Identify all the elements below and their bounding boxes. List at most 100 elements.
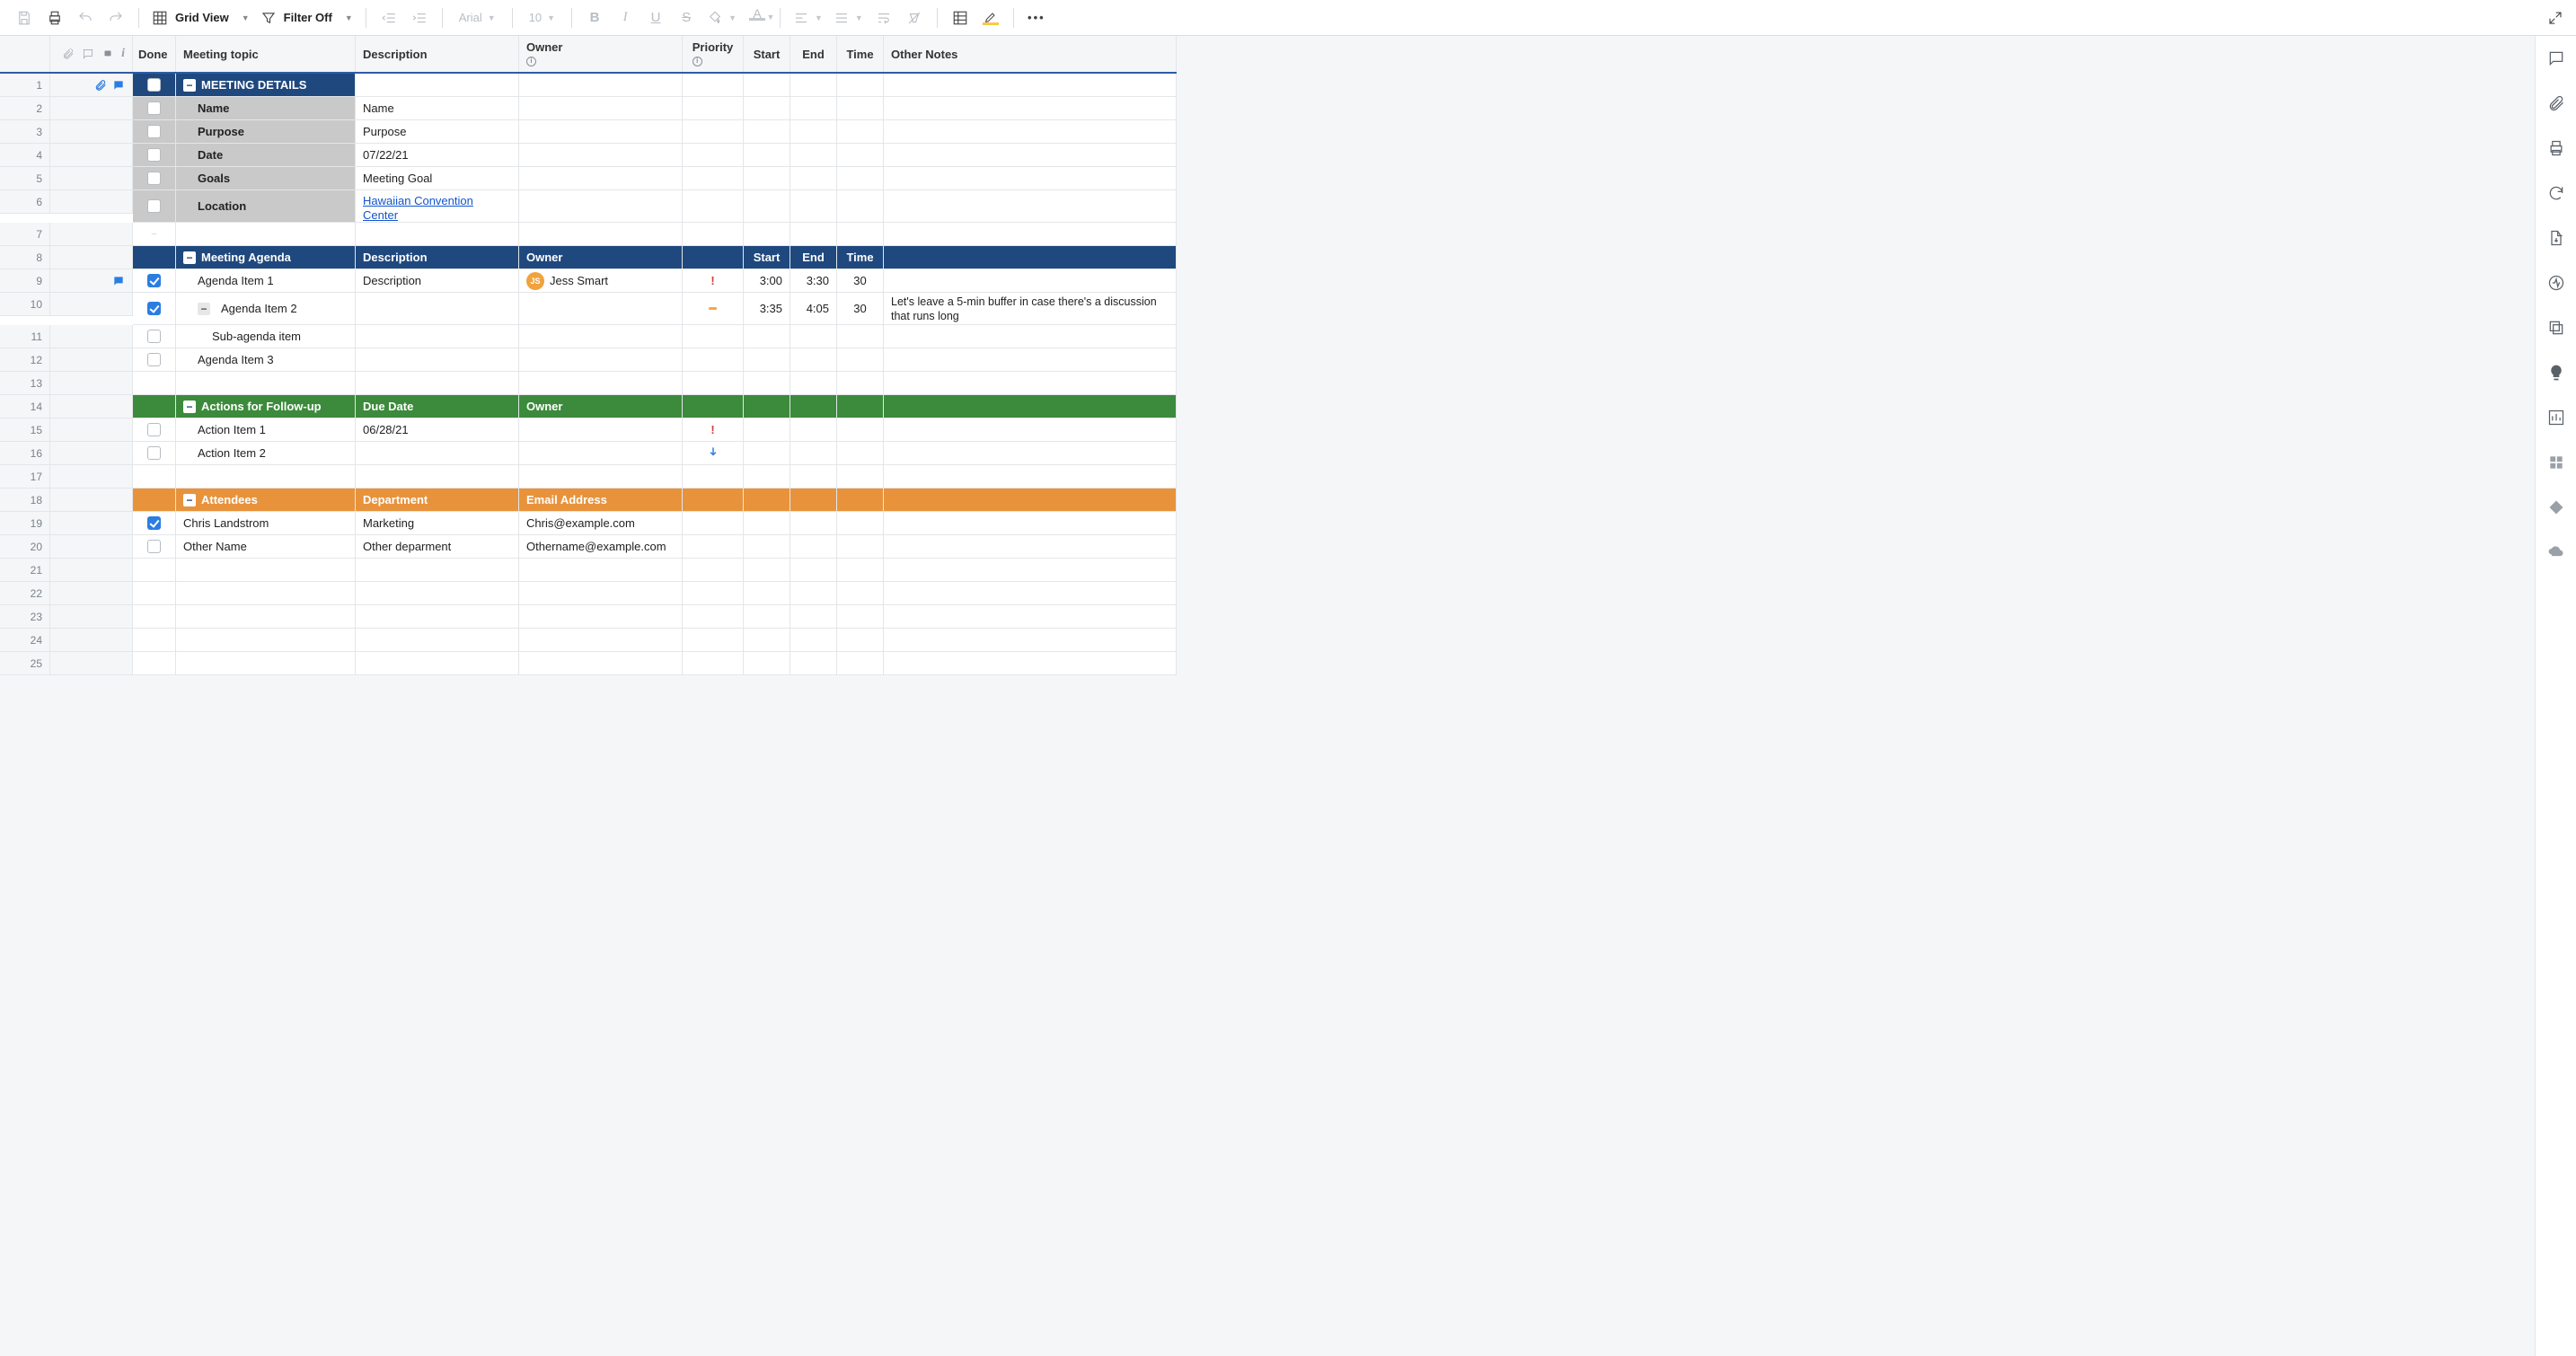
- checkbox[interactable]: [147, 274, 161, 287]
- cell[interactable]: [683, 489, 744, 512]
- cell[interactable]: [790, 535, 837, 559]
- cell[interactable]: [133, 652, 176, 675]
- cell[interactable]: Department: [356, 489, 519, 512]
- cell[interactable]: [133, 535, 176, 559]
- cell[interactable]: [683, 223, 744, 246]
- row-number[interactable]: 18: [0, 489, 50, 512]
- cell[interactable]: [884, 167, 1177, 190]
- cell[interactable]: Owner: [519, 246, 683, 269]
- cell[interactable]: [133, 605, 176, 629]
- cell[interactable]: [519, 442, 683, 465]
- checkbox[interactable]: [147, 516, 161, 530]
- cell[interactable]: [884, 465, 1177, 489]
- cell[interactable]: [790, 465, 837, 489]
- cell[interactable]: [683, 144, 744, 167]
- cell[interactable]: [683, 97, 744, 120]
- collapse-toolbar-icon[interactable]: [2542, 4, 2569, 31]
- cell[interactable]: Description: [356, 269, 519, 293]
- cell[interactable]: [133, 489, 176, 512]
- highlight-icon[interactable]: [977, 4, 1004, 31]
- cell[interactable]: Sub-agenda item: [176, 325, 356, 348]
- cell[interactable]: [133, 418, 176, 442]
- cell[interactable]: Agenda Item 3: [176, 348, 356, 372]
- cell[interactable]: [133, 372, 176, 395]
- cell[interactable]: [519, 144, 683, 167]
- cell[interactable]: [519, 559, 683, 582]
- cell[interactable]: [884, 489, 1177, 512]
- cell[interactable]: [884, 605, 1177, 629]
- cell[interactable]: [837, 489, 884, 512]
- cell[interactable]: [683, 442, 744, 465]
- row-number[interactable]: 20: [0, 535, 50, 559]
- cell[interactable]: [683, 372, 744, 395]
- cell[interactable]: Hawaiian Convention Center: [356, 190, 519, 223]
- checkbox[interactable]: [147, 172, 161, 185]
- align-v-icon[interactable]: ▼: [830, 4, 867, 31]
- cell[interactable]: [837, 348, 884, 372]
- cell[interactable]: [356, 582, 519, 605]
- row-number[interactable]: 6: [0, 190, 50, 214]
- cloud-icon[interactable]: [2546, 542, 2566, 562]
- cell[interactable]: [519, 293, 683, 325]
- cell[interactable]: [837, 190, 884, 223]
- cell[interactable]: [133, 269, 176, 293]
- cell[interactable]: [356, 74, 519, 97]
- cell[interactable]: [683, 465, 744, 489]
- collapse-icon[interactable]: −: [183, 79, 196, 92]
- row-number[interactable]: 14: [0, 395, 50, 418]
- cell[interactable]: Goals: [176, 167, 356, 190]
- row-number[interactable]: 19: [0, 512, 50, 535]
- row-number[interactable]: 13: [0, 372, 50, 395]
- row-number[interactable]: 15: [0, 418, 50, 442]
- collapse-icon[interactable]: −: [183, 401, 196, 413]
- cell[interactable]: Other deparment: [356, 535, 519, 559]
- cell[interactable]: −Meeting Agenda: [176, 246, 356, 269]
- cell[interactable]: Other Name: [176, 535, 356, 559]
- checkbox[interactable]: [147, 78, 161, 92]
- idea-icon[interactable]: [2546, 363, 2566, 383]
- checkbox[interactable]: [147, 148, 161, 162]
- cell[interactable]: [133, 465, 176, 489]
- cell[interactable]: [790, 559, 837, 582]
- cell[interactable]: [884, 512, 1177, 535]
- cell[interactable]: [790, 97, 837, 120]
- cell[interactable]: [744, 325, 790, 348]
- cell[interactable]: [683, 246, 744, 269]
- checkbox[interactable]: [147, 353, 161, 366]
- cell[interactable]: [519, 372, 683, 395]
- cell[interactable]: [744, 582, 790, 605]
- cell[interactable]: [790, 190, 837, 223]
- underline-icon[interactable]: U: [642, 4, 669, 31]
- cell[interactable]: [133, 512, 176, 535]
- cell[interactable]: 30: [837, 293, 884, 325]
- row-number[interactable]: 21: [0, 559, 50, 582]
- cell[interactable]: Date: [176, 144, 356, 167]
- indent-icon[interactable]: [406, 4, 433, 31]
- cell[interactable]: [884, 190, 1177, 223]
- cell[interactable]: [837, 372, 884, 395]
- cell[interactable]: Name: [356, 97, 519, 120]
- cell[interactable]: [744, 372, 790, 395]
- cell[interactable]: [790, 442, 837, 465]
- cell[interactable]: [744, 395, 790, 418]
- cell[interactable]: Start: [744, 246, 790, 269]
- cell[interactable]: [133, 120, 176, 144]
- italic-icon[interactable]: I: [612, 4, 639, 31]
- cell[interactable]: !: [683, 269, 744, 293]
- col-owner[interactable]: Owneri: [519, 36, 683, 72]
- cell[interactable]: [884, 74, 1177, 97]
- cell[interactable]: [356, 372, 519, 395]
- cell[interactable]: [790, 605, 837, 629]
- cell[interactable]: [176, 582, 356, 605]
- filter-button[interactable]: Filter Off ▼: [257, 4, 357, 31]
- chart-icon[interactable]: [2546, 408, 2566, 427]
- cell[interactable]: [133, 144, 176, 167]
- checkbox[interactable]: [147, 446, 161, 460]
- cell[interactable]: [837, 652, 884, 675]
- cell[interactable]: [356, 348, 519, 372]
- cell[interactable]: Chris@example.com: [519, 512, 683, 535]
- row-number[interactable]: 10: [0, 293, 50, 316]
- cell[interactable]: [837, 325, 884, 348]
- cell[interactable]: [884, 348, 1177, 372]
- copy-icon[interactable]: [2546, 318, 2566, 338]
